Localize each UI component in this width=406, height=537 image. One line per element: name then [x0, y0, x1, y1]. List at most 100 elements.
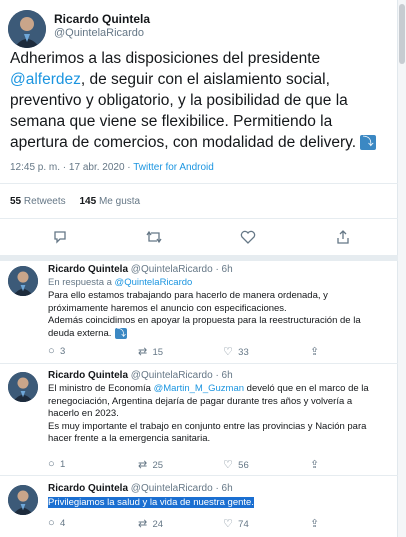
- scrollbar-thumb[interactable]: [399, 4, 405, 64]
- divider: [0, 475, 398, 476]
- reply-count: 3: [59, 346, 66, 357]
- engagement-stats: 55 Retweets 145 Me gusta: [10, 196, 140, 207]
- like-icon[interactable]: [240, 229, 256, 248]
- like-icon: ♡: [223, 459, 233, 471]
- retweets-label[interactable]: Retweets: [24, 196, 66, 207]
- avatar[interactable]: [8, 485, 38, 515]
- mention-link[interactable]: @Martin_M_Guzman: [154, 383, 244, 394]
- share-icon: ⇪: [310, 346, 320, 358]
- reply-icon: ○: [48, 517, 55, 529]
- like-icon: ♡: [223, 518, 233, 530]
- section-separator: [0, 255, 398, 261]
- avatar[interactable]: [8, 10, 46, 48]
- reply-actions: ○ 3 ⇄ 15 ♡ 33 ⇪: [48, 345, 378, 358]
- down-arrow-emoji-icon: ⤵: [115, 327, 128, 339]
- timestamp[interactable]: 12:45 p. m. · 17 abr. 2020 ·: [10, 162, 133, 173]
- reply-icon: ○: [48, 458, 55, 470]
- retweet-count: 15: [152, 347, 164, 358]
- text-line: deuda externa. ⤵: [48, 327, 388, 341]
- text-line: El ministro de Economía @Martin_M_Guzman…: [48, 383, 388, 396]
- reply-button[interactable]: ○ 3: [48, 345, 65, 357]
- reply-count: 4: [59, 518, 66, 529]
- reply-age[interactable]: · 6h: [215, 370, 232, 381]
- tweet-timestamp: 12:45 p. m. · 17 abr. 2020 · Twitter for…: [10, 162, 214, 173]
- reply-header: Ricardo Quintela @QuintelaRicardo · 6h: [48, 264, 233, 275]
- reply-button[interactable]: ○ 1: [48, 458, 65, 470]
- author-handle[interactable]: @QuintelaRicardo: [131, 370, 213, 381]
- author-name[interactable]: Ricardo Quintela: [48, 370, 128, 381]
- like-count: 74: [238, 519, 249, 530]
- retweet-count: 24: [152, 519, 164, 530]
- divider: [0, 363, 398, 364]
- reply-text: El ministro de Economía @Martin_M_Guzman…: [48, 383, 388, 446]
- reply-button[interactable]: ○ 4: [48, 517, 65, 529]
- like-button[interactable]: ♡ 74: [223, 517, 249, 530]
- like-count: 56: [238, 460, 249, 471]
- divider: [0, 183, 398, 184]
- retweet-button[interactable]: ⇄ 25: [138, 458, 163, 471]
- reply-age[interactable]: · 6h: [215, 264, 232, 275]
- reply-icon: ○: [48, 345, 55, 357]
- retweets-count[interactable]: 55: [10, 196, 21, 207]
- like-icon: ♡: [223, 346, 233, 358]
- mention-link[interactable]: @QuintelaRicardo: [115, 277, 193, 288]
- retweet-button[interactable]: ⇄ 24: [138, 517, 163, 530]
- text-line: Es muy importante el trabajo en conjunto…: [48, 420, 367, 432]
- text-line: Para ello estamos trabajando para hacerl…: [48, 290, 328, 301]
- avatar[interactable]: [8, 372, 38, 402]
- text-part: develó que en el marco de la: [244, 383, 369, 394]
- down-arrow-emoji-icon: ⤵: [360, 135, 377, 151]
- share-icon: ⇪: [310, 518, 320, 530]
- retweet-count: 25: [152, 460, 164, 471]
- retweet-icon: ⇄: [138, 346, 148, 358]
- selected-text[interactable]: Privilegiamos la salud y la vida de nues…: [48, 497, 254, 508]
- tweet-thread: Ricardo Quintela @QuintelaRicardo Adheri…: [0, 0, 398, 537]
- reply-header: Ricardo Quintela @QuintelaRicardo · 6h: [48, 483, 233, 494]
- avatar[interactable]: [8, 266, 38, 296]
- in-reply-prefix: En respuesta a: [48, 277, 115, 288]
- main-tweet-actions: [0, 229, 398, 245]
- author-name[interactable]: Ricardo Quintela: [54, 12, 150, 26]
- likes-label[interactable]: Me gusta: [99, 196, 140, 207]
- tweet-text-part: Adherimos a las disposiciones del presid…: [10, 50, 321, 67]
- author-handle[interactable]: @QuintelaRicardo: [54, 27, 144, 39]
- reply-actions: ○ 4 ⇄ 24 ♡ 74 ⇪: [48, 517, 378, 530]
- text-line: renegociación, Argentina dejaría de paga…: [48, 395, 353, 407]
- share-button[interactable]: ⇪: [310, 345, 319, 358]
- likes-count[interactable]: 145: [80, 196, 97, 207]
- reply-age[interactable]: · 6h: [215, 483, 232, 494]
- source-link[interactable]: Twitter for Android: [133, 162, 214, 173]
- author-handle[interactable]: @QuintelaRicardo: [131, 264, 213, 275]
- scrollbar[interactable]: [398, 0, 406, 537]
- share-icon: ⇪: [310, 459, 320, 471]
- author-name[interactable]: Ricardo Quintela: [48, 264, 128, 275]
- author-name[interactable]: Ricardo Quintela: [48, 483, 128, 494]
- like-button[interactable]: ♡ 56: [223, 458, 249, 471]
- like-button[interactable]: ♡ 33: [223, 345, 249, 358]
- reply-text: Privilegiamos la salud y la vida de nues…: [48, 497, 388, 510]
- retweet-icon[interactable]: [145, 229, 163, 248]
- text-line: Además coincidimos en apoyar la propuest…: [48, 315, 361, 326]
- divider: [0, 218, 398, 219]
- text-line-content: deuda externa.: [48, 327, 112, 339]
- reply-header: Ricardo Quintela @QuintelaRicardo · 6h: [48, 370, 233, 381]
- reply-actions: ○ 1 ⇄ 25 ♡ 56 ⇪: [48, 458, 378, 471]
- reply-icon[interactable]: [52, 229, 68, 248]
- share-icon[interactable]: [335, 229, 351, 248]
- text-line: hacer frente a la emergencia sanitaria.: [48, 433, 211, 444]
- share-button[interactable]: ⇪: [310, 458, 319, 471]
- like-count: 33: [238, 347, 249, 358]
- retweet-icon: ⇄: [138, 518, 148, 530]
- text-line: próximamente haremos el anuncio con espe…: [48, 302, 287, 314]
- in-reply-to: En respuesta a @QuintelaRicardo: [48, 277, 388, 290]
- text-line: hacerlo en 2023.: [48, 408, 119, 419]
- mention-link[interactable]: @alferdez: [10, 71, 81, 88]
- reply-count: 1: [59, 459, 66, 470]
- retweet-button[interactable]: ⇄ 15: [138, 345, 163, 358]
- text-part: El ministro de Economía: [48, 383, 154, 394]
- retweet-icon: ⇄: [138, 459, 148, 471]
- author-handle[interactable]: @QuintelaRicardo: [131, 483, 213, 494]
- reply-text: Para ello estamos trabajando para hacerl…: [48, 290, 388, 340]
- share-button[interactable]: ⇪: [310, 517, 319, 530]
- tweet-text: Adherimos a las disposiciones del presid…: [10, 48, 390, 153]
